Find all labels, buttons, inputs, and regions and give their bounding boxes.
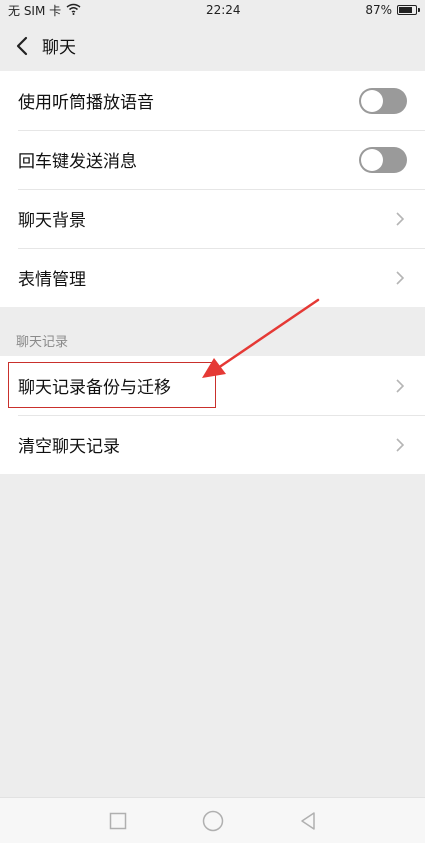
back-button[interactable] (2, 20, 42, 71)
page-title: 聊天 (42, 38, 76, 58)
setting-row-sticker-management[interactable]: 表情管理 (0, 248, 425, 307)
chevron-right-icon (393, 209, 407, 229)
chevron-right-icon (393, 268, 407, 288)
status-bar: 无 SIM 卡 22:24 87% (0, 0, 425, 20)
enter-to-send-toggle[interactable] (359, 146, 407, 173)
chat-history-group: 聊天记录备份与迁移 清空聊天记录 (0, 356, 425, 474)
chevron-right-icon (393, 376, 407, 396)
square-icon (109, 812, 126, 829)
wifi-icon (66, 3, 81, 18)
setting-row-chat-background[interactable]: 聊天背景 (0, 189, 425, 248)
setting-label: 清空聊天记录 (18, 437, 120, 457)
setting-label: 回车键发送消息 (18, 152, 137, 172)
back-nav-button[interactable] (293, 806, 323, 836)
status-right: 87% (365, 3, 420, 17)
setting-row-clear-history[interactable]: 清空聊天记录 (0, 415, 425, 474)
setting-label: 表情管理 (18, 270, 86, 290)
chevron-right-icon (393, 435, 407, 455)
battery-percent: 87% (365, 3, 392, 17)
setting-label: 使用听筒播放语音 (18, 93, 154, 113)
home-button[interactable] (198, 806, 228, 836)
battery-fill (399, 7, 412, 13)
setting-row-backup-migrate[interactable]: 聊天记录备份与迁移 (0, 356, 425, 415)
toggle-knob (361, 148, 383, 171)
setting-label: 聊天背景 (18, 211, 86, 231)
system-nav-bar (0, 797, 425, 843)
status-left: 无 SIM 卡 (8, 2, 81, 19)
nav-bar: 聊天 (0, 20, 425, 72)
settings-group: 使用听筒播放语音 回车键发送消息 聊天背景 表情管理 (0, 71, 425, 307)
clock-text: 22:24 (205, 3, 241, 17)
toggle-knob (361, 89, 383, 112)
earpiece-voice-toggle[interactable] (359, 87, 407, 114)
circle-icon (202, 810, 223, 831)
battery-icon (397, 5, 420, 15)
setting-label: 聊天记录备份与迁移 (18, 378, 171, 398)
setting-row-enter-to-send[interactable]: 回车键发送消息 (0, 130, 425, 189)
triangle-back-icon (300, 811, 315, 830)
chevron-left-icon (16, 36, 28, 55)
section-label-chat-history: 聊天记录 (16, 335, 69, 350)
setting-row-earpiece-voice[interactable]: 使用听筒播放语音 (0, 71, 425, 130)
carrier-text: 无 SIM 卡 (8, 3, 62, 18)
recents-button[interactable] (103, 806, 133, 836)
